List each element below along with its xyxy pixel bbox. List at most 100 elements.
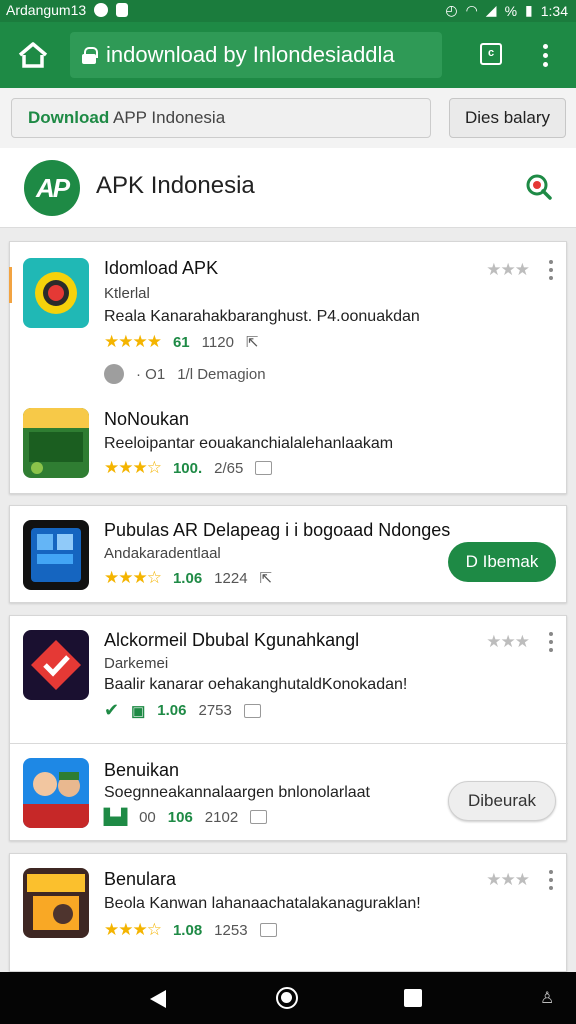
search-icon[interactable] <box>524 172 552 200</box>
item-actions: ★★★ <box>486 632 554 652</box>
rating-stars: ★★★★ <box>104 332 162 351</box>
item-actions: ★★★ <box>486 260 554 280</box>
system-nav-bar: ♙ <box>0 972 576 1024</box>
app-description: Beola Kanwan lahanaachatalakanaguraklan! <box>104 895 421 912</box>
download-count: 1224 <box>214 569 248 587</box>
browser-toolbar: indownload by Inlondesiaddla c <box>0 22 576 88</box>
app-rating: 1.06 <box>157 702 187 719</box>
download-count: 1253 <box>214 921 248 939</box>
app-extra-b: 1/l Demagion <box>177 365 266 383</box>
list-item[interactable]: Idomload APK Ktlerlal Reala Kanarahakbar… <box>10 242 568 390</box>
app-meta: ★★★☆ 1.08 1253 <box>104 920 277 940</box>
rating-stars-small: ★★★ <box>486 260 530 279</box>
screenshot-icon[interactable] <box>255 461 273 475</box>
download-button[interactable]: Dibeurak <box>448 781 556 821</box>
site-name[interactable]: APK Indonesia <box>96 172 255 200</box>
app-title[interactable]: Benuikan <box>104 760 179 781</box>
search-label-rest: APP Indonesia <box>109 108 226 127</box>
list-item[interactable]: Benulara Beola Kanwan lahanaachatalakana… <box>10 854 568 973</box>
battery-icon: ▮ <box>525 2 533 18</box>
list-item[interactable]: Pubulas AR Delapeag i i bogoaad Ndonges … <box>10 506 568 604</box>
list-item[interactable]: Alckormeil Dbubal Kgunahkangl Darkemei B… <box>10 616 568 741</box>
app-rating: 61 <box>172 333 190 351</box>
app-meta: ✔ ▣ 1.06 2753 <box>104 700 261 721</box>
app-icon[interactable] <box>23 630 89 700</box>
app-description: Reeloipantar eouakanchialalehanlaakam <box>104 435 394 452</box>
clock: 1:34 <box>540 2 568 19</box>
app-rating: 106 <box>167 808 193 826</box>
accessibility-icon[interactable]: ♙ <box>540 988 558 1008</box>
app-rating: 1.08 <box>172 921 203 939</box>
home-nav-icon[interactable] <box>276 987 298 1009</box>
search-button[interactable]: Dies balary <box>449 98 566 138</box>
info-icon <box>104 364 124 384</box>
signal-icon: ◢ <box>485 2 497 18</box>
app-icon[interactable] <box>23 408 89 478</box>
download-count: 2/65 <box>214 459 244 477</box>
rating-stars-small: ★★★ <box>486 870 530 889</box>
tabs-icon[interactable]: c <box>480 43 502 65</box>
menu-icon[interactable] <box>536 42 554 68</box>
app-meta: ★★★★ 61 1120 ⇱ <box>104 332 259 352</box>
screenshot-icon[interactable] <box>259 923 277 937</box>
app-card: Benulara Beola Kanwan lahanaachatalakana… <box>9 853 567 972</box>
app-description: Reala Kanarahakbaranghust. P4.oonuakdan <box>104 308 420 325</box>
address-bar[interactable]: indownload by Inlondesiaddla <box>70 32 442 78</box>
store-icon: ▣ <box>131 702 146 720</box>
list-item[interactable]: Benuikan Soegnneakannalaargen bnlonolarl… <box>10 744 568 842</box>
app-rating-prefix: 00 <box>139 808 156 826</box>
app-icon[interactable] <box>23 758 89 828</box>
download-count: 2102 <box>204 808 239 826</box>
app-title[interactable]: Alckormeil Dbubal Kgunahkangl <box>104 630 359 651</box>
list-item[interactable]: NoNoukan Reeloipantar eouakanchialalehan… <box>10 398 568 495</box>
home-icon[interactable] <box>16 40 50 70</box>
recents-icon[interactable] <box>404 989 422 1007</box>
notification-icon <box>94 3 109 17</box>
rating-stars-small: ★★★ <box>486 632 530 651</box>
alarm-icon: ◴ <box>445 2 458 18</box>
app-icon[interactable] <box>23 868 89 938</box>
site-header: AP APK Indonesia <box>0 148 576 228</box>
thumbs-icon: ▙▟ <box>104 809 128 826</box>
status-bar: Ardangum13 ◴ ◠ ◢ % ▮ 1:34 <box>0 0 576 22</box>
share-icon[interactable]: ⇱ <box>246 333 259 351</box>
screenshot-icon[interactable] <box>250 810 268 824</box>
app-meta: ★★★☆ 100. 2/65 <box>104 458 273 478</box>
more-icon[interactable] <box>549 870 554 890</box>
app-meta: ★★★☆ 1.06 1224 ⇱ <box>104 568 272 588</box>
app-title[interactable]: Benulara <box>104 869 176 890</box>
app-description: Soegnneakannalaargen bnlonolarlaat <box>104 784 370 801</box>
back-icon[interactable] <box>150 990 166 1008</box>
app-meta: ▙▟ 00 106 2102 <box>104 808 268 826</box>
url-text: indownload by Inlondesiaddla <box>106 42 395 67</box>
download-count: 2753 <box>198 702 232 719</box>
more-icon[interactable] <box>549 632 554 652</box>
app-subtitle: Ktlerlal <box>104 285 150 302</box>
app-notification-icon <box>116 3 129 17</box>
screenshot-icon[interactable] <box>243 703 261 718</box>
carrier-label: Ardangum13 <box>6 2 87 18</box>
site-logo[interactable]: AP <box>24 160 80 216</box>
download-button[interactable]: D Ibemak <box>448 542 556 582</box>
app-icon[interactable] <box>23 258 89 328</box>
app-title[interactable]: Pubulas AR Delapeag i i bogoaad Ndonges <box>104 520 450 541</box>
app-rating: 100. <box>172 459 203 477</box>
wifi-icon: ◠ <box>465 2 478 18</box>
lock-icon <box>82 46 98 64</box>
more-icon[interactable] <box>549 260 554 280</box>
app-title[interactable]: NoNoukan <box>104 409 189 430</box>
app-card: Alckormeil Dbubal Kgunahkangl Darkemei B… <box>9 615 568 842</box>
search-input[interactable]: Download APP Indonesia <box>11 98 431 138</box>
share-icon[interactable]: ⇱ <box>260 569 273 587</box>
item-actions: ★★★ <box>486 870 554 890</box>
verified-icon: ✔ <box>104 700 120 720</box>
battery-percent: % <box>504 2 518 19</box>
app-card: Idomload APK Ktlerlal Reala Kanarahakbar… <box>9 241 567 494</box>
search-label-bold: Download <box>28 108 110 127</box>
app-description: Baalir kanarar oehakanghutaldKonokadan! <box>104 676 408 693</box>
app-rating: 1.06 <box>172 569 203 587</box>
app-title[interactable]: Idomload APK <box>104 258 218 279</box>
app-subtitle: Darkemei <box>104 655 169 672</box>
app-icon[interactable] <box>23 520 89 590</box>
scroll-edge-indicator <box>9 267 12 303</box>
